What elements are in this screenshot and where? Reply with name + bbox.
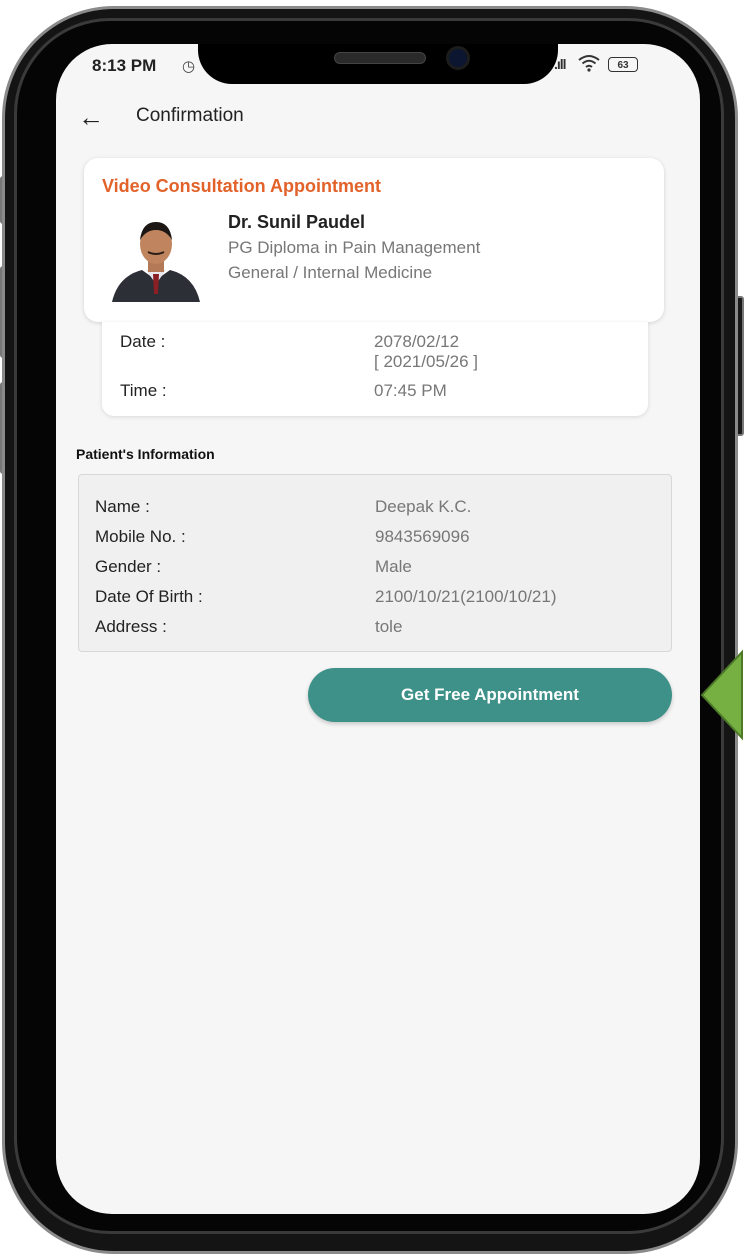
patient-field-label: Gender : [95, 557, 162, 576]
patient-field-label: Address : [95, 617, 167, 636]
patient-field-value: tole [375, 617, 403, 636]
patient-address-row: Address : tole [79, 617, 671, 643]
time-value: 07:45 PM [374, 381, 447, 400]
app-screen: 8:13 PM ◷ .ıll 63 ← Confirmation Video C… [56, 44, 700, 1214]
patient-dob-row: Date Of Birth : 2100/10/21(2100/10/21) [79, 587, 671, 613]
doctor-specialty: General / Internal Medicine [228, 263, 433, 282]
date-label: Date : [120, 332, 166, 351]
patient-gender-row: Gender : Male [79, 557, 671, 583]
patient-section-title: Patient's Information [76, 446, 215, 462]
doctor-name: Dr. Sunil Paudel [228, 212, 366, 232]
status-time: 8:13 PM [92, 56, 157, 75]
date-value-ad: [ 2021/05/26 ] [374, 352, 478, 371]
schedule-card: Date : 2078/02/12 [ 2021/05/26 ] Time : … [102, 322, 648, 416]
patient-field-label: Mobile No. : [95, 527, 186, 546]
get-free-appointment-button[interactable]: Get Free Appointment [308, 668, 672, 722]
doctor-avatar [108, 214, 204, 302]
patient-name-row: Name : Deepak K.C. [79, 497, 671, 523]
appointment-type: Video Consultation Appointment [102, 176, 381, 196]
arrow-pointer-icon [700, 649, 743, 741]
patient-field-value: Male [375, 557, 412, 576]
wifi-icon [578, 54, 600, 77]
arrow-left-icon[interactable]: ← [78, 102, 104, 133]
doctor-qualification: PG Diploma in Pain Management [228, 238, 481, 257]
time-label: Time : [120, 381, 167, 400]
battery-icon: 63 [608, 57, 638, 72]
patient-field-value: Deepak K.C. [375, 497, 472, 516]
patient-info-box: Name : Deepak K.C. Mobile No. : 98435690… [78, 474, 672, 652]
doctor-card: Video Consultation Appointment Dr. Sunil… [84, 158, 664, 322]
alarm-clock-icon: ◷ [182, 58, 196, 75]
patient-field-value: 9843569096 [375, 527, 470, 546]
date-value-bs: 2078/02/12 [374, 332, 460, 351]
speaker-grille [334, 52, 426, 64]
patient-field-label: Name : [95, 497, 150, 516]
front-camera [446, 46, 470, 70]
patient-field-label: Date Of Birth : [95, 587, 203, 606]
patient-mobile-row: Mobile No. : 9843569096 [79, 527, 671, 553]
patient-field-value: 2100/10/21(2100/10/21) [375, 587, 557, 606]
phone-notch [198, 44, 558, 84]
page-title: Confirmation [136, 105, 244, 126]
